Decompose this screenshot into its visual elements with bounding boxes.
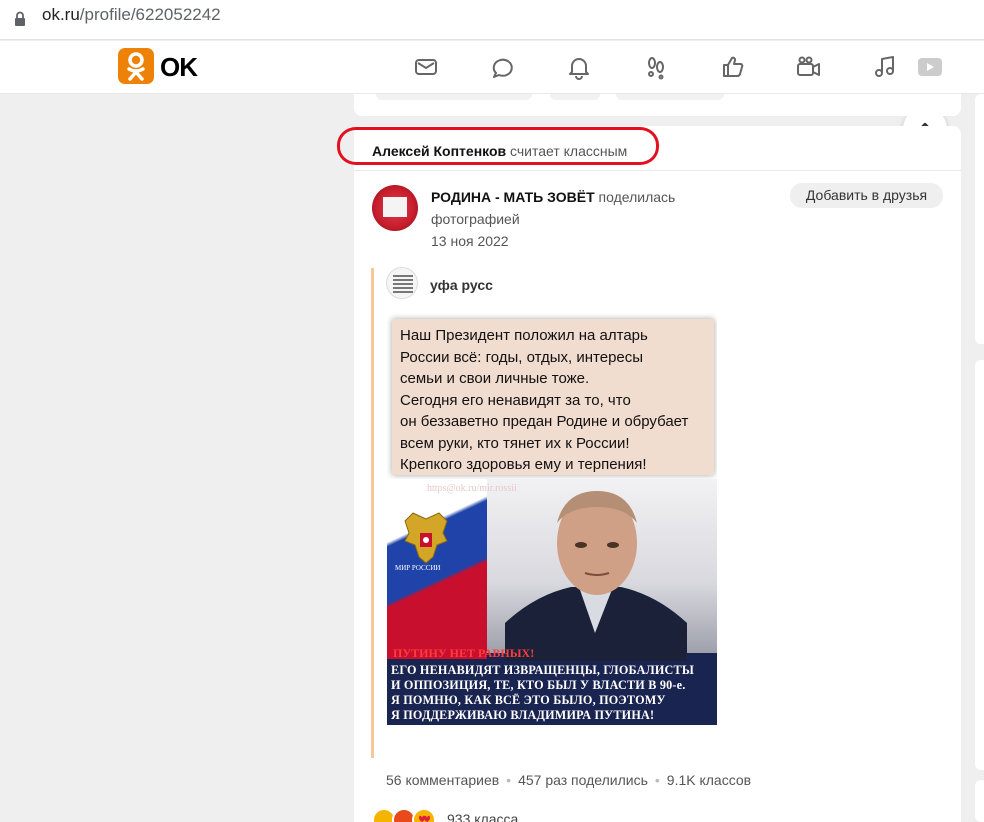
- photo-watermark: https@ok.ru/mir.rossii: [427, 483, 517, 494]
- classes-count-link[interactable]: 9.1K классов: [667, 772, 751, 788]
- url-text[interactable]: ok.ru/profile/622052242: [42, 4, 221, 26]
- photo-note-text: Наш Президент положил на алтарь России в…: [392, 319, 714, 475]
- reshare-indicator-bar: [371, 268, 374, 758]
- actor-action-text: считает классным: [510, 143, 628, 159]
- photo-slogan: ПУТИНУ НЕТ РАВНЫХ!: [393, 646, 535, 660]
- shares-count-link[interactable]: 457 раз поделились: [518, 772, 648, 788]
- video-play-icon[interactable]: [916, 54, 942, 80]
- love-reaction-icon: [412, 808, 436, 822]
- previous-post-action-button[interactable]: [616, 94, 724, 100]
- url-path: /profile/622052242: [79, 5, 221, 24]
- comments-count-link[interactable]: 56 комментариев: [386, 772, 499, 788]
- post-date[interactable]: 13 ноя 2022: [431, 233, 509, 249]
- ok-logo-icon[interactable]: [118, 48, 154, 84]
- music-icon[interactable]: [872, 54, 898, 80]
- notifications-icon[interactable]: [566, 54, 592, 80]
- portrait-photo: [505, 491, 687, 661]
- lock-icon: [15, 11, 25, 26]
- previous-post-action-button[interactable]: [550, 94, 600, 100]
- add-friend-button[interactable]: Добавить в друзья: [790, 183, 943, 208]
- actor-name-link[interactable]: Алексей Коптенков: [372, 143, 506, 159]
- discussions-icon[interactable]: [490, 54, 516, 80]
- reactions-count[interactable]: 933 класса: [447, 811, 518, 822]
- publisher-avatar[interactable]: [372, 185, 418, 231]
- divider: [354, 170, 961, 171]
- publisher-line: РОДИНА - МАТЬ ЗОВЁТ поделилась фотографи…: [431, 186, 721, 230]
- post-photo[interactable]: Наш Президент положил на алтарь России в…: [387, 313, 717, 725]
- guests-icon[interactable]: [643, 54, 669, 80]
- publisher-name-link[interactable]: РОДИНА - МАТЬ ЗОВЁТ: [431, 189, 595, 205]
- flag-caption: МИР РОССИИ: [395, 564, 441, 572]
- previous-post-action-button[interactable]: [376, 94, 532, 100]
- coat-of-arms-icon: [404, 512, 448, 564]
- feed: Алексей Коптенков считает классным РОДИН…: [337, 94, 961, 822]
- original-author-avatar[interactable]: [386, 267, 418, 299]
- post-actor-line: Алексей Коптенков считает классным: [372, 143, 627, 159]
- right-column-card: [975, 780, 984, 822]
- mail-icon[interactable]: [413, 54, 439, 80]
- previous-post-card: [354, 94, 961, 116]
- feed-post-card: Алексей Коптенков считает классным РОДИН…: [337, 126, 961, 822]
- likes-icon[interactable]: [720, 54, 746, 80]
- url-domain: ok.ru: [42, 5, 80, 24]
- ok-logo-text[interactable]: OK: [160, 52, 198, 83]
- right-column-card: [975, 94, 984, 344]
- video-icon[interactable]: [796, 54, 822, 80]
- reaction-icons[interactable]: [372, 808, 442, 822]
- right-column-card: [975, 360, 984, 770]
- post-stats: 56 комментариев • 457 раз поделились • 9.1K …: [386, 772, 752, 788]
- photo-bottom-caption: ЕГО НЕНАВИДЯТ ИЗВРАЩЕНЦЫ, ГЛОБАЛИСТЫ И О…: [387, 661, 717, 725]
- site-header: OK: [0, 41, 984, 94]
- browser-address-bar[interactable]: ok.ru/profile/622052242: [0, 0, 984, 40]
- original-author-name[interactable]: уфа русс: [430, 277, 493, 293]
